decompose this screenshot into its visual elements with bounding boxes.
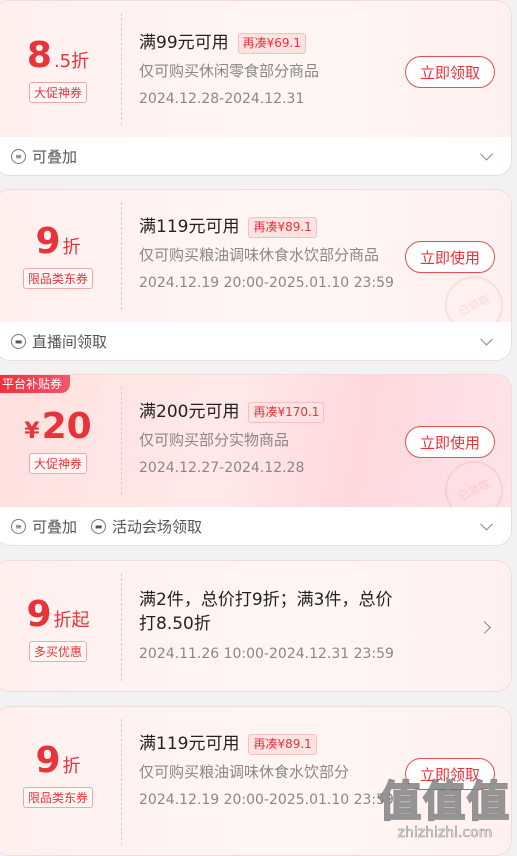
coupon-discount-area: 9折 限品类东券	[0, 224, 121, 289]
coupon-card-3: ¥20 大促神券 满200元可用 再凑¥170.1 仅可购买部分实物商品 202…	[0, 374, 512, 546]
venue-icon: ▬	[91, 518, 107, 534]
coupon-validity: 2024.12.28-2024.12.31	[139, 91, 305, 107]
coupon-rule-line-1: 满2件，总价打9折；满3件，总价	[139, 590, 393, 610]
coupon-discount-area: ¥20 大促神券	[0, 409, 121, 474]
site-watermark: 值值值 zhizhizhi.com	[378, 777, 511, 842]
coupon-type-tag: 多买优惠	[28, 641, 87, 662]
coupon-type-tag: 大促神券	[28, 82, 87, 103]
remaining-amount-badge: 再凑¥69.1	[237, 32, 306, 54]
claim-now-button[interactable]: 立即领取	[405, 56, 495, 88]
remaining-amount-badge: 再凑¥89.1	[248, 216, 317, 238]
discount-value: 9折	[35, 221, 81, 262]
coupon-discount-area: 9 折起 多买优惠	[0, 597, 121, 662]
coupon-body[interactable]: 8.5折 大促神券 满99元可用 再凑¥69.1 仅可购买休闲零食部分商品 20…	[0, 1, 511, 138]
chevron-down-icon[interactable]	[480, 517, 493, 531]
coupon-footer[interactable]: ▬ 直播间领取	[0, 322, 511, 360]
watermark-url: zhizhizhi.com	[397, 825, 493, 842]
watermark-logo: 值值值	[378, 777, 511, 826]
coupon-scope: 仅可购买部分实物商品	[139, 431, 290, 449]
coupon-divider	[121, 573, 122, 681]
discount-value: 9 折起	[26, 594, 90, 635]
live-icon: ▬	[11, 333, 26, 349]
coupon-card-1: 8.5折 大促神券 满99元可用 再凑¥69.1 仅可购买休闲零食部分商品 20…	[0, 0, 512, 176]
coupon-discount-area: 8.5折 大促神券	[0, 38, 121, 103]
coupon-body[interactable]: 9 折起 多买优惠 满2件，总价打9折；满3件，总价 打8.50折 2024.11…	[0, 561, 511, 691]
remaining-amount-badge: 再凑¥170.1	[248, 401, 325, 423]
discount-value: ¥20	[24, 406, 92, 447]
stackable-label: 可叠加	[32, 147, 78, 166]
coupon-threshold: 满119元可用 再凑¥89.1	[139, 732, 511, 756]
coupon-type-tag: 限品类东券	[22, 787, 93, 808]
stack-icon: ≡	[11, 148, 26, 164]
discount-value: 8.5折	[26, 35, 90, 76]
coupon-divider	[121, 13, 122, 125]
use-now-button[interactable]: 立即使用	[405, 426, 495, 458]
coupon-card-2: 9折 限品类东券 满119元可用 再凑¥89.1 仅可购买粮油调味休食水饮部分商…	[0, 189, 512, 361]
coupon-threshold: 满119元可用 再凑¥89.1	[139, 215, 511, 239]
platform-subsidy-ribbon: 平台补贴券	[0, 375, 71, 393]
chevron-down-icon[interactable]	[480, 147, 493, 161]
coupon-card-4: 9 折起 多买优惠 满2件，总价打9折；满3件，总价 打8.50折 2024.11…	[0, 560, 512, 692]
coupon-type-tag: 大促神券	[28, 453, 87, 474]
coupon-discount-area: 9折 限品类东券	[0, 743, 121, 808]
coupon-threshold: 满99元可用 再凑¥69.1	[139, 31, 511, 55]
coupon-divider	[121, 719, 122, 845]
coupon-scope: 仅可购买休闲零食部分商品	[139, 62, 320, 80]
coupon-threshold: 满200元可用 再凑¥170.1	[139, 400, 511, 424]
coupon-validity: 2024.11.26 10:00-2024.12.31 23:59	[139, 646, 394, 662]
stack-icon: ≡	[11, 518, 26, 534]
coupon-type-tag: 限品类东券	[22, 268, 93, 289]
coupon-divider	[121, 387, 122, 495]
chevron-down-icon[interactable]	[480, 332, 493, 346]
discount-value: 9折	[35, 740, 81, 781]
coupon-divider	[121, 202, 122, 310]
coupon-footer[interactable]: ≡ 可叠加 ▬ 活动会场领取	[0, 507, 511, 545]
venue-label: 活动会场领取	[112, 517, 203, 536]
coupon-body[interactable]: 9折 限品类东券 满119元可用 再凑¥89.1 仅可购买粮油调味休食水饮部分商…	[0, 190, 511, 344]
remaining-amount-badge: 再凑¥89.1	[248, 733, 317, 755]
stackable-label: 可叠加	[32, 517, 78, 536]
coupon-scope: 仅可购买粮油调味休食水饮部分商品	[139, 246, 380, 264]
coupon-rule-line-2: 打8.50折	[139, 614, 211, 634]
coupon-scope: 仅可购买粮油调味休食水饮部分	[139, 763, 350, 781]
use-now-button[interactable]: 立即使用	[405, 241, 495, 273]
coupon-body[interactable]: ¥20 大促神券 满200元可用 再凑¥170.1 仅可购买部分实物商品 202…	[0, 375, 511, 529]
coupon-footer[interactable]: ≡ 可叠加	[0, 137, 511, 175]
live-room-label: 直播间领取	[32, 332, 108, 351]
